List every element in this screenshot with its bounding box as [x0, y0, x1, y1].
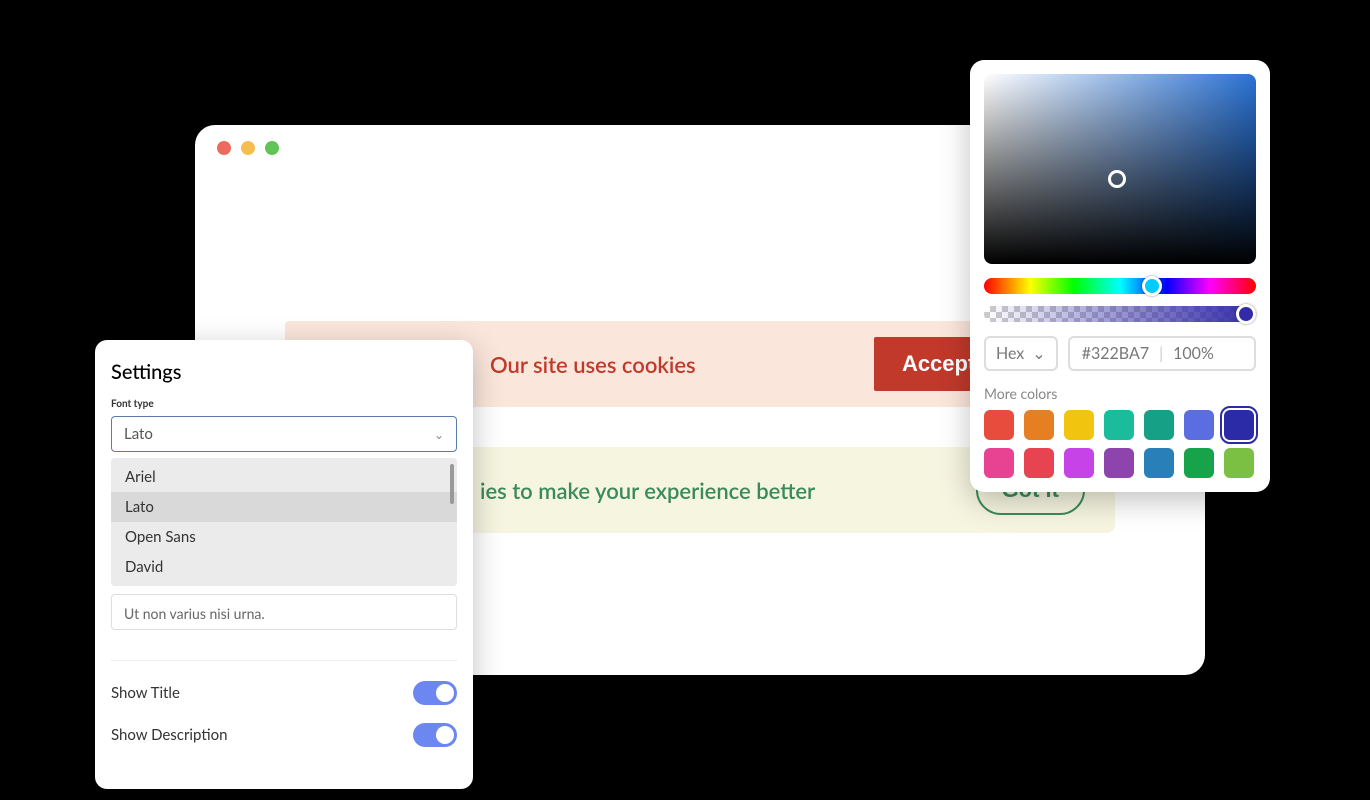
color-saturation-area[interactable]	[984, 74, 1256, 264]
show-title-row: Show Title	[111, 681, 457, 705]
minimize-window-icon[interactable]	[241, 141, 255, 155]
more-colors-label: More colors	[984, 385, 1256, 402]
font-option[interactable]: Lato	[111, 492, 457, 522]
color-value-row: Hex ⌄ #322BA7 | 100%	[984, 336, 1256, 371]
chevron-down-icon: ⌄	[1032, 344, 1045, 363]
font-option[interactable]: Open Sans	[111, 522, 457, 552]
cookie-banner-title: Our site uses cookies	[490, 351, 696, 378]
settings-panel: Settings Font type Lato ⌄ Ariel Lato Ope…	[95, 340, 473, 789]
color-swatch[interactable]	[1064, 448, 1094, 478]
color-swatch[interactable]	[1224, 448, 1254, 478]
color-format-label: Hex	[996, 344, 1024, 363]
font-option[interactable]: Ariel	[111, 462, 457, 492]
dropdown-scrollbar[interactable]	[450, 464, 454, 504]
show-title-toggle[interactable]	[413, 681, 457, 705]
color-sv-thumb-icon[interactable]	[1108, 170, 1126, 188]
color-swatch[interactable]	[984, 448, 1014, 478]
separator-icon: |	[1159, 344, 1163, 363]
show-description-row: Show Description	[111, 723, 457, 747]
font-type-label: Font type	[111, 398, 457, 410]
color-swatch[interactable]	[1144, 410, 1174, 440]
maximize-window-icon[interactable]	[265, 141, 279, 155]
color-opacity-value: 100%	[1173, 344, 1214, 363]
cookie-banner-text: ies to make your experience better	[480, 477, 815, 504]
font-type-dropdown: Ariel Lato Open Sans David	[111, 458, 457, 586]
color-swatch[interactable]	[1144, 448, 1174, 478]
color-format-select[interactable]: Hex ⌄	[984, 336, 1058, 371]
color-swatch[interactable]	[1024, 410, 1054, 440]
alpha-thumb-icon[interactable]	[1236, 304, 1256, 324]
color-swatch[interactable]	[1064, 410, 1094, 440]
color-swatch[interactable]	[984, 410, 1014, 440]
hue-thumb-icon[interactable]	[1142, 276, 1162, 296]
font-option[interactable]: David	[111, 552, 457, 582]
font-type-select[interactable]: Lato ⌄	[111, 416, 457, 452]
show-title-label: Show Title	[111, 684, 180, 702]
alpha-slider[interactable]	[984, 306, 1256, 322]
description-textarea[interactable]: Ut non varius nisi urna.	[111, 594, 457, 630]
chevron-down-icon: ⌄	[434, 427, 444, 442]
font-type-value: Lato	[124, 425, 153, 443]
color-swatch[interactable]	[1224, 410, 1254, 440]
color-swatch[interactable]	[1184, 448, 1214, 478]
show-description-toggle[interactable]	[413, 723, 457, 747]
color-swatch[interactable]	[1104, 448, 1134, 478]
settings-title: Settings	[111, 360, 457, 384]
close-window-icon[interactable]	[217, 141, 231, 155]
color-picker-panel: Hex ⌄ #322BA7 | 100% More colors	[970, 60, 1270, 492]
color-swatch-grid	[984, 410, 1256, 478]
color-swatch[interactable]	[1104, 410, 1134, 440]
color-hex-value: #322BA7	[1082, 344, 1149, 363]
divider	[111, 660, 457, 661]
show-description-label: Show Description	[111, 726, 227, 744]
color-swatch[interactable]	[1184, 410, 1214, 440]
color-hex-input[interactable]: #322BA7 | 100%	[1068, 336, 1256, 371]
hue-slider[interactable]	[984, 278, 1256, 294]
color-swatch[interactable]	[1024, 448, 1054, 478]
